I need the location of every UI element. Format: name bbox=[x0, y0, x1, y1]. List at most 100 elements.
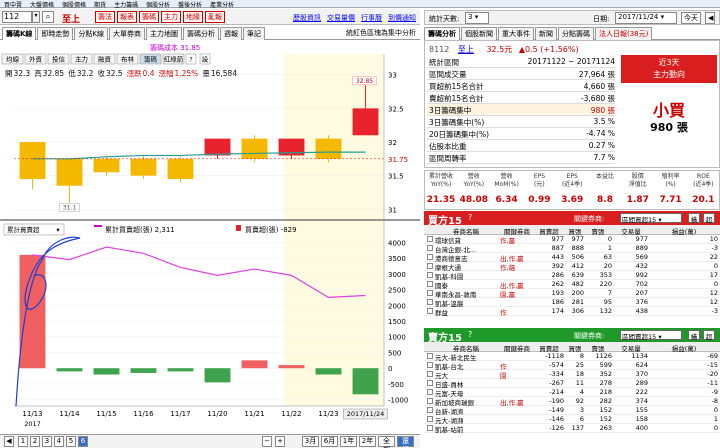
candle-body[interactable] bbox=[93, 158, 120, 173]
row-checkbox[interactable] bbox=[427, 362, 433, 368]
candle-body[interactable] bbox=[241, 138, 268, 159]
symbol-dropdown-icon[interactable]: ▾ bbox=[32, 11, 40, 23]
tab-left[interactable]: 主力地圖 bbox=[146, 27, 183, 40]
function-button[interactable]: 報表 bbox=[117, 11, 137, 23]
tab-right[interactable]: 籌碼分析 bbox=[424, 27, 460, 40]
period-button[interactable]: 1年 bbox=[340, 436, 357, 447]
row-checkbox[interactable] bbox=[427, 416, 433, 422]
tab-left[interactable]: 分點K線 bbox=[74, 27, 109, 40]
tab-left[interactable]: 籌碼分析 bbox=[183, 27, 220, 40]
menu-item[interactable]: 大盤價格 bbox=[26, 2, 58, 9]
menu-item[interactable]: 個股分析 bbox=[142, 2, 174, 9]
top-link[interactable]: 行事曆 bbox=[361, 14, 382, 22]
function-button[interactable]: 地緣 bbox=[183, 11, 203, 23]
tab-left[interactable]: 籌碼K線 bbox=[2, 27, 37, 40]
settings-button[interactable]: 設 bbox=[199, 53, 211, 65]
help-icon[interactable]: ? bbox=[468, 213, 472, 222]
period-button[interactable]: 2年 bbox=[359, 436, 376, 447]
zoom-in-icon[interactable]: + bbox=[275, 436, 285, 447]
page-button[interactable]: 6 bbox=[78, 436, 88, 447]
table-row[interactable]: 凱基-溫龍 186 281 95 376 12 bbox=[424, 298, 720, 308]
page-button[interactable]: 1 bbox=[18, 436, 28, 447]
row-checkbox[interactable] bbox=[427, 236, 433, 242]
row-checkbox[interactable] bbox=[427, 290, 433, 296]
period-button[interactable]: 6月 bbox=[321, 436, 338, 447]
page-button[interactable]: 5 bbox=[66, 436, 76, 447]
help-icon[interactable]: ? bbox=[468, 330, 472, 339]
table-row[interactable]: 凱基-台北作 -574 25 599 624 -15 bbox=[424, 361, 720, 371]
net-bs-bar[interactable] bbox=[241, 360, 268, 369]
page-button[interactable]: 4 bbox=[54, 436, 64, 447]
row-checkbox[interactable] bbox=[427, 272, 433, 278]
buy-range-select[interactable]: 區間買超15 ▾ bbox=[620, 213, 682, 224]
net-bs-bar[interactable] bbox=[56, 368, 83, 372]
indicator-tab[interactable]: 籌碼 bbox=[139, 53, 162, 65]
row-checkbox[interactable] bbox=[427, 425, 433, 431]
indicator-tab[interactable]: 融資 bbox=[93, 53, 116, 65]
menu-item[interactable]: 盤後分析 bbox=[174, 2, 206, 9]
tab-left[interactable]: 即時走勢 bbox=[37, 27, 74, 40]
function-button[interactable]: 籌碼 bbox=[139, 11, 159, 23]
candle-body[interactable] bbox=[352, 108, 379, 136]
candle-body[interactable] bbox=[56, 158, 83, 186]
menu-item[interactable]: 期貨 bbox=[90, 2, 110, 9]
search-icon[interactable]: ⌕ bbox=[42, 11, 54, 23]
date-input[interactable]: 2017/11/24 ▾ bbox=[615, 12, 677, 24]
sell-range-select[interactable]: 區間賣超15 ▾ bbox=[620, 330, 682, 341]
function-button[interactable]: 亂報 bbox=[205, 11, 225, 23]
period-button[interactable]: 全部 bbox=[378, 436, 395, 448]
row-checkbox[interactable] bbox=[427, 245, 433, 251]
net-bs-bar[interactable] bbox=[352, 368, 379, 395]
zoom-out-icon[interactable]: − bbox=[262, 436, 272, 447]
period-button[interactable]: 還原 bbox=[397, 436, 414, 448]
buy-horizontal-button[interactable]: 橫 bbox=[688, 213, 700, 224]
table-row[interactable]: 環球信貸 作,贏 977 977 0 977 10 bbox=[424, 235, 720, 245]
top-link[interactable]: 歷股資訊 bbox=[293, 14, 321, 22]
net-bs-bar[interactable] bbox=[315, 368, 342, 375]
row-checkbox[interactable] bbox=[427, 398, 433, 404]
page-prev-icon[interactable]: ◀ bbox=[4, 436, 14, 447]
net-bs-bar[interactable] bbox=[278, 365, 305, 369]
menu-item[interactable]: 買中賣 bbox=[0, 2, 26, 9]
table-row[interactable]: 台新-湖濟 -149 3 152 155 0 bbox=[424, 406, 720, 416]
indicator-tab[interactable]: 主力 bbox=[70, 53, 93, 65]
table-row[interactable]: 元大園 -334 18 352 370 -20 bbox=[424, 370, 720, 380]
net-bs-bar[interactable] bbox=[93, 368, 120, 375]
row-checkbox[interactable] bbox=[427, 263, 433, 269]
table-row[interactable]: 港商德意志 出,作,贏 443 506 63 569 22 bbox=[424, 253, 720, 263]
menu-item[interactable]: 產業分析 bbox=[206, 2, 238, 9]
menu-item[interactable]: 個股價格 bbox=[58, 2, 90, 9]
chart-svg[interactable]: 籌碼成本 31.85 均線 外資 投信 主力 融資 布林 籌碼 紅綠箭? 設開32.3 高32.85… bbox=[0, 40, 420, 434]
indicator-tab[interactable]: 外資 bbox=[24, 53, 47, 65]
indicator-tab[interactable]: 投信 bbox=[47, 53, 70, 65]
symbol-input[interactable]: 112 bbox=[2, 11, 32, 23]
function-button[interactable]: 籌法 bbox=[95, 11, 115, 23]
table-row[interactable]: 台灣企銀-北... 887 888 1 889 -3 bbox=[424, 244, 720, 254]
stock-name[interactable]: 至上 bbox=[458, 45, 474, 54]
page-button[interactable]: 3 bbox=[42, 436, 52, 447]
table-row[interactable]: 新加坡商瑞銀 出,作,贏 -190 92 282 374 -8 bbox=[424, 397, 720, 407]
indicator-tab[interactable]: 布林 bbox=[116, 53, 139, 65]
tab-right[interactable]: 個股新聞 bbox=[461, 27, 497, 40]
help-icon[interactable]: ? bbox=[185, 53, 197, 65]
row-checkbox[interactable] bbox=[427, 371, 433, 377]
prev-day-icon[interactable]: ◀ bbox=[705, 12, 715, 24]
candle-body[interactable] bbox=[315, 138, 342, 159]
tab-right[interactable]: 重大事件 bbox=[498, 27, 534, 40]
table-row[interactable]: 元大-湖瀕 -146 6 152 158 1 bbox=[424, 415, 720, 425]
table-row[interactable]: 元富-天母 -214 4 218 222 -9 bbox=[424, 388, 720, 398]
tab-left[interactable]: 筆記 bbox=[243, 27, 266, 40]
tab-left[interactable]: 週報 bbox=[220, 27, 243, 40]
indicator-tab[interactable]: 均線 bbox=[1, 53, 24, 65]
net-bs-bar[interactable] bbox=[130, 368, 157, 373]
candle-body[interactable] bbox=[204, 138, 231, 156]
indicator-tab[interactable]: 紅綠箭 bbox=[162, 53, 185, 65]
tab-left[interactable]: 大單券商 bbox=[109, 27, 146, 40]
row-checkbox[interactable] bbox=[427, 254, 433, 260]
net-bs-bar[interactable] bbox=[167, 368, 194, 372]
row-checkbox[interactable] bbox=[427, 389, 433, 395]
row-checkbox[interactable] bbox=[427, 299, 433, 305]
table-row[interactable]: 國泰 出,作,贏 262 482 220 702 0 bbox=[424, 280, 720, 290]
table-row[interactable]: 日盛-員林 -267 11 278 289 -11 bbox=[424, 379, 720, 389]
function-button[interactable]: 主力 bbox=[161, 11, 181, 23]
